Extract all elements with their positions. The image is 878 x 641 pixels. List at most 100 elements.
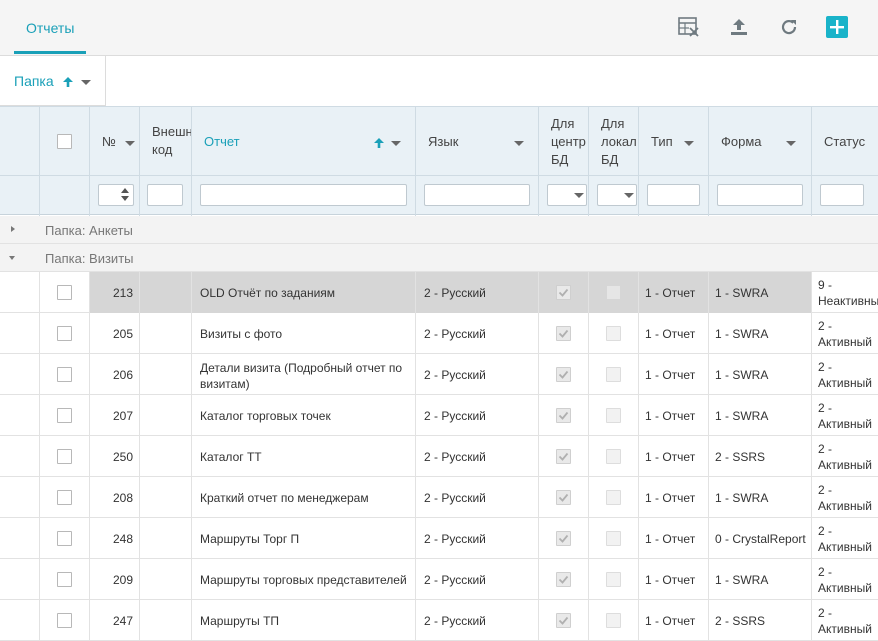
group-row-vizity[interactable]: Папка: Визиты xyxy=(0,244,878,272)
group-by-label: Папка xyxy=(14,73,54,89)
upload-icon[interactable] xyxy=(728,16,750,38)
row-checkbox[interactable] xyxy=(57,490,72,505)
type-value: 1 - Отчет xyxy=(645,286,696,300)
chevron-down-icon[interactable] xyxy=(574,193,584,198)
select-all-checkbox[interactable] xyxy=(57,134,72,149)
type-cell: 1 - Отчет xyxy=(639,477,709,518)
expand-icon[interactable] xyxy=(11,226,15,232)
col-external-code-header[interactable]: Внешн код xyxy=(140,107,192,176)
report-name: Каталог торговых точек xyxy=(200,409,331,423)
row-checkbox[interactable] xyxy=(57,367,72,382)
chevron-down-icon[interactable] xyxy=(624,193,634,198)
table-row[interactable]: 247 Маршруты ТП 2 - Русский 1 - Отчет 2 - SS… xyxy=(0,600,878,641)
row-checkbox[interactable] xyxy=(57,531,72,546)
table-row[interactable]: 205 Визиты с фото 2 - Русский 1 - Отчет 1 - … xyxy=(0,313,878,354)
table-row[interactable]: 207 Каталог торговых точек 2 - Русский 1 - … xyxy=(0,395,878,436)
refresh-icon[interactable] xyxy=(778,16,800,38)
table-row[interactable]: 208 Краткий отчет по менеджерам 2 - Русски… xyxy=(0,477,878,518)
central-db-cell xyxy=(539,559,589,600)
language-value: 2 - Русский xyxy=(424,573,486,587)
table-row[interactable]: 250 Каталог ТТ 2 - Русский 1 - Отчет 2 - SSR… xyxy=(0,436,878,477)
table-row[interactable]: 209 Маршруты торговых представителей 2 - Р… xyxy=(0,559,878,600)
report-filter-input[interactable] xyxy=(200,184,407,206)
col-local-db-label: Для локал БД xyxy=(601,116,637,167)
collapse-icon[interactable] xyxy=(9,256,15,260)
language-filter-input[interactable] xyxy=(424,184,530,206)
chevron-down-icon[interactable] xyxy=(684,141,694,146)
local-db-filter-select[interactable] xyxy=(597,184,637,206)
checkmark-icon xyxy=(558,493,569,502)
report-name: Детали визита (Подробный отчет по визита… xyxy=(200,361,403,391)
language-value: 2 - Русский xyxy=(424,286,486,300)
col-status-header[interactable]: Статус xyxy=(812,107,878,176)
spin-up-icon[interactable] xyxy=(121,188,129,193)
col-local-db-header[interactable]: Для локал БД xyxy=(589,107,639,176)
col-form-header[interactable]: Форма xyxy=(709,107,812,176)
col-central-db-label: Для центр БД xyxy=(551,116,586,167)
chevron-down-icon[interactable] xyxy=(514,141,524,146)
row-expander-cell xyxy=(0,436,40,477)
chevron-down-icon[interactable] xyxy=(81,80,91,85)
form-value: 1 - SWRA xyxy=(715,286,769,300)
central-db-checkbox xyxy=(556,572,571,587)
number-filter-spinner[interactable] xyxy=(98,184,134,206)
chevron-down-icon[interactable] xyxy=(125,141,135,146)
external-code-cell xyxy=(140,518,192,559)
status-cell: 2 - Активный xyxy=(812,313,878,354)
report-cell: Каталог торговых точек xyxy=(192,395,416,436)
row-select-cell xyxy=(40,436,90,477)
checkmark-icon xyxy=(558,452,569,461)
col-language-header[interactable]: Язык xyxy=(416,107,539,176)
form-cell: 2 - SSRS xyxy=(709,600,812,641)
central-db-filter-select[interactable] xyxy=(547,184,587,206)
chevron-down-icon[interactable] xyxy=(786,141,796,146)
external-code-cell xyxy=(140,395,192,436)
external-code-filter-input[interactable] xyxy=(147,184,183,206)
form-value: 1 - SWRA xyxy=(715,573,769,587)
number-cell: 207 xyxy=(90,395,140,436)
type-value: 1 - Отчет xyxy=(645,450,696,464)
status-value: 2 - Активный xyxy=(818,360,872,390)
form-cell: 1 - SWRA xyxy=(709,395,812,436)
row-checkbox[interactable] xyxy=(57,613,72,628)
spin-down-icon[interactable] xyxy=(121,196,129,201)
row-checkbox[interactable] xyxy=(57,449,72,464)
type-cell: 1 - Отчет xyxy=(639,600,709,641)
row-expander-cell xyxy=(0,354,40,395)
table-row[interactable]: 213 OLD Отчёт по заданиям 2 - Русский 1 - О… xyxy=(0,272,878,313)
row-select-cell xyxy=(40,600,90,641)
status-filter-input[interactable] xyxy=(820,184,864,206)
add-icon[interactable] xyxy=(826,16,848,38)
number-cell: 208 xyxy=(90,477,140,518)
row-checkbox[interactable] xyxy=(57,285,72,300)
chevron-down-icon[interactable] xyxy=(391,141,401,146)
group-row-ankety[interactable]: Папка: Анкеты xyxy=(0,216,878,244)
tab-reports[interactable]: Отчеты xyxy=(14,0,86,56)
col-report-header[interactable]: Отчет xyxy=(192,107,416,176)
report-cell: Краткий отчет по менеджерам xyxy=(192,477,416,518)
group-by-folder-chip[interactable]: Папка xyxy=(0,56,106,106)
col-number-header[interactable]: № xyxy=(90,107,140,176)
col-central-db-header[interactable]: Для центр БД xyxy=(539,107,589,176)
row-select-cell xyxy=(40,395,90,436)
row-checkbox[interactable] xyxy=(57,326,72,341)
col-type-header[interactable]: Тип xyxy=(639,107,709,176)
type-cell: 1 - Отчет xyxy=(639,518,709,559)
filter-type-cell xyxy=(639,176,709,216)
form-cell: 2 - SSRS xyxy=(709,436,812,477)
row-checkbox[interactable] xyxy=(57,572,72,587)
central-db-checkbox xyxy=(556,449,571,464)
row-select-cell xyxy=(40,518,90,559)
row-select-cell xyxy=(40,559,90,600)
central-db-cell xyxy=(539,477,589,518)
status-cell: 2 - Активный xyxy=(812,354,878,395)
table-row[interactable]: 206 Детали визита (Подробный отчет по виз… xyxy=(0,354,878,395)
row-checkbox[interactable] xyxy=(57,408,72,423)
type-filter-input[interactable] xyxy=(647,184,700,206)
form-filter-input[interactable] xyxy=(717,184,803,206)
filter-row xyxy=(0,175,878,216)
status-value: 9 - Неактивный xyxy=(818,278,878,308)
table-delete-icon[interactable] xyxy=(678,16,700,38)
central-db-cell xyxy=(539,436,589,477)
table-row[interactable]: 248 Маршруты Торг П 2 - Русский 1 - Отчет 0 … xyxy=(0,518,878,559)
